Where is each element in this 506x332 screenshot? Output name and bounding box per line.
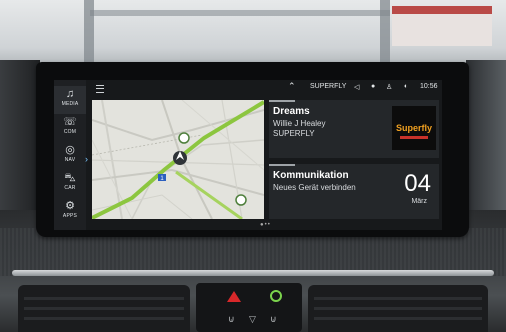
- chevron-up-icon[interactable]: ⌃: [288, 81, 296, 92]
- map-roads: 1: [92, 100, 264, 219]
- apps-icon: ⚙: [65, 200, 75, 212]
- air-vent-left[interactable]: [18, 285, 190, 332]
- chrome-trim: [12, 270, 494, 276]
- air-vent-right[interactable]: [308, 285, 488, 332]
- svg-text:Superfly: Superfly: [396, 123, 432, 133]
- dashboard-left: [0, 60, 40, 230]
- page-indicator[interactable]: ●••: [260, 222, 271, 228]
- chevron-right-icon[interactable]: ›: [85, 154, 88, 164]
- sidebar-item-car[interactable]: ⛍ CAR: [54, 170, 86, 198]
- communication-tile[interactable]: Kommunikation Neues Gerät verbinden 04 M…: [269, 164, 439, 219]
- dashboard-right: [466, 60, 506, 230]
- navigation-icon: ◎: [65, 144, 75, 156]
- album-art: Superfly: [392, 106, 436, 150]
- phone-icon: ☏: [63, 116, 77, 128]
- navigation-map[interactable]: 1: [92, 100, 264, 219]
- garage-pillar: [380, 0, 390, 70]
- connect-device-label: Neues Gerät verbinden: [273, 183, 356, 192]
- garage-pillar: [84, 0, 94, 70]
- hazard-warning-icon[interactable]: [227, 291, 241, 302]
- communication-title: Kommunikation: [273, 170, 349, 181]
- car-icon: ⛍: [64, 172, 76, 184]
- seat-heat-icon[interactable]: ⊍: [228, 314, 235, 325]
- profile-icon[interactable]: ♙: [386, 83, 392, 91]
- sidebar-item-com[interactable]: ☏ COM: [54, 114, 86, 142]
- defrost-icon[interactable]: ▽: [249, 314, 256, 325]
- track-title: Dreams: [273, 106, 310, 117]
- eco-button-icon[interactable]: [270, 290, 282, 302]
- sidebar-item-nav[interactable]: ◎ NAV: [54, 142, 86, 170]
- microphone-icon[interactable]: ●: [371, 83, 375, 90]
- menu-icon[interactable]: [96, 85, 104, 93]
- music-note-icon: ♫: [65, 88, 75, 100]
- track-artist: Willie J Healey: [273, 119, 326, 128]
- superfly-logo: Superfly: [392, 106, 436, 150]
- volume-icon[interactable]: ◁: [354, 83, 359, 91]
- connected-icon: ◐: [404, 83, 409, 90]
- sidebar-item-media[interactable]: ♫ MEDIA: [54, 86, 86, 114]
- sidebar: ♫ MEDIA ☏ COM ◎ NAV ⛍ CAR ⚙ APPS: [54, 80, 86, 230]
- red-building: [392, 6, 492, 46]
- sidebar-item-apps[interactable]: ⚙ APPS: [54, 198, 86, 226]
- ceiling-beam: [90, 10, 390, 16]
- media-tile[interactable]: Dreams Willie J Healey SUPERFLY Superfly: [269, 100, 439, 158]
- station-name: SUPERFLY: [273, 129, 315, 138]
- idrive-screen: ♫ MEDIA ☏ COM ◎ NAV ⛍ CAR ⚙ APPS › ⌃ SUP…: [54, 80, 442, 230]
- seat-heat-right-icon[interactable]: ⊍: [270, 314, 277, 325]
- calendar-month: März: [411, 198, 427, 205]
- media-source-label: SUPERFLY: [310, 83, 347, 90]
- car-dashboard-photo: ⊍ ▽ ⊍ ♫ MEDIA ☏ COM ◎ NAV ⛍ CAR ⚙ APPS ›…: [0, 0, 506, 332]
- status-bar: ⌃ SUPERFLY ◁ ● ♙ ◐ 10:56: [86, 80, 442, 96]
- calendar-day: 04: [404, 170, 431, 197]
- clock: 10:56: [420, 83, 438, 90]
